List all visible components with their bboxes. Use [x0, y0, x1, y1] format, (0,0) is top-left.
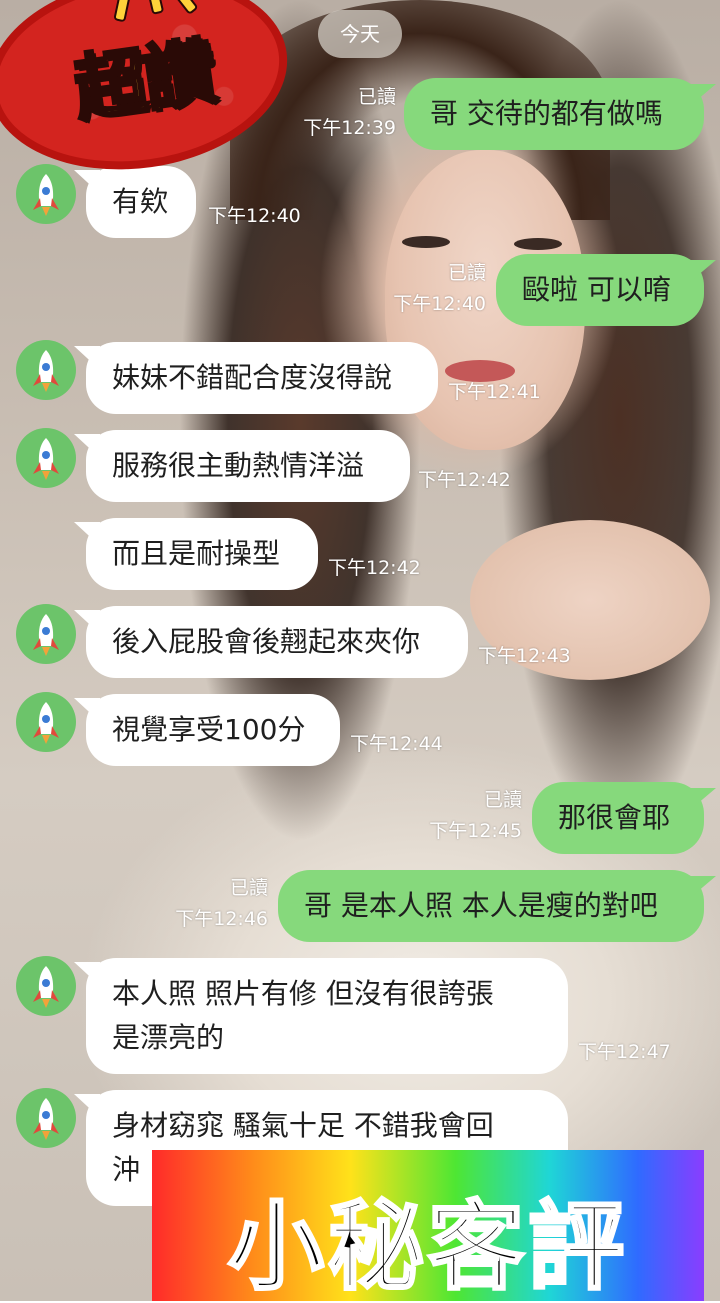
contact-avatar[interactable]: [16, 956, 76, 1016]
message-time: 下午12:45: [429, 820, 522, 842]
banner-title: 小秘客評: [227, 1191, 628, 1303]
eye-right: [514, 238, 562, 250]
contact-avatar[interactable]: [16, 428, 76, 488]
message-time: 下午12:40: [393, 293, 486, 315]
message-time: 下午12:43: [478, 645, 571, 667]
incoming-message[interactable]: 服務很主動熱情洋溢: [86, 430, 410, 502]
rocket-icon: [33, 966, 59, 1008]
message-time: 下午12:46: [175, 908, 268, 930]
message-time: 下午12:42: [418, 469, 511, 491]
incoming-message[interactable]: 本人照 照片有修 但沒有很誇張 是漂亮的: [86, 958, 568, 1074]
read-receipt: 已讀: [447, 262, 486, 284]
contact-avatar[interactable]: [16, 604, 76, 664]
incoming-message[interactable]: 妹妹不錯配合度沒得說: [86, 342, 438, 414]
outgoing-message[interactable]: 毆啦 可以唷: [496, 254, 704, 326]
eye-left: [402, 236, 450, 248]
contact-avatar[interactable]: [16, 340, 76, 400]
contact-avatar[interactable]: [16, 692, 76, 752]
incoming-message[interactable]: 有欸: [86, 166, 196, 238]
rocket-icon: [33, 614, 59, 656]
message-time: 下午12:47: [578, 1041, 671, 1063]
message-time: 下午12:44: [350, 733, 443, 755]
read-receipt: 已讀: [357, 86, 396, 108]
message-line: 本人照 照片有修 但沒有很誇張: [112, 977, 494, 1010]
outgoing-message[interactable]: 哥 交待的都有做嗎: [404, 78, 704, 150]
rocket-icon: [33, 1098, 59, 1140]
rocket-icon: [33, 438, 59, 480]
read-receipt: 已讀: [229, 877, 268, 899]
message-time: 下午12:40: [208, 205, 301, 227]
date-divider: 今天: [318, 10, 402, 58]
read-receipt: 已讀: [483, 789, 522, 811]
outgoing-message[interactable]: 哥 是本人照 本人是瘦的對吧: [278, 870, 704, 942]
incoming-message[interactable]: 後入屁股會後翹起來夾你: [86, 606, 468, 678]
review-banner: 小秘客評: [152, 1150, 704, 1303]
rocket-icon: [33, 350, 59, 392]
message-line: 是漂亮的: [112, 1021, 225, 1054]
incoming-message[interactable]: 視覺享受100分: [86, 694, 340, 766]
outgoing-message[interactable]: 那很會耶: [532, 782, 704, 854]
message-time: 下午12:41: [448, 381, 541, 403]
message-line: 身材窈窕 騷氣十足 不錯我會回: [112, 1109, 494, 1142]
rocket-icon: [33, 702, 59, 744]
contact-avatar[interactable]: [16, 1088, 76, 1148]
incoming-message[interactable]: 而且是耐操型: [86, 518, 318, 590]
message-time: 下午12:42: [328, 557, 421, 579]
